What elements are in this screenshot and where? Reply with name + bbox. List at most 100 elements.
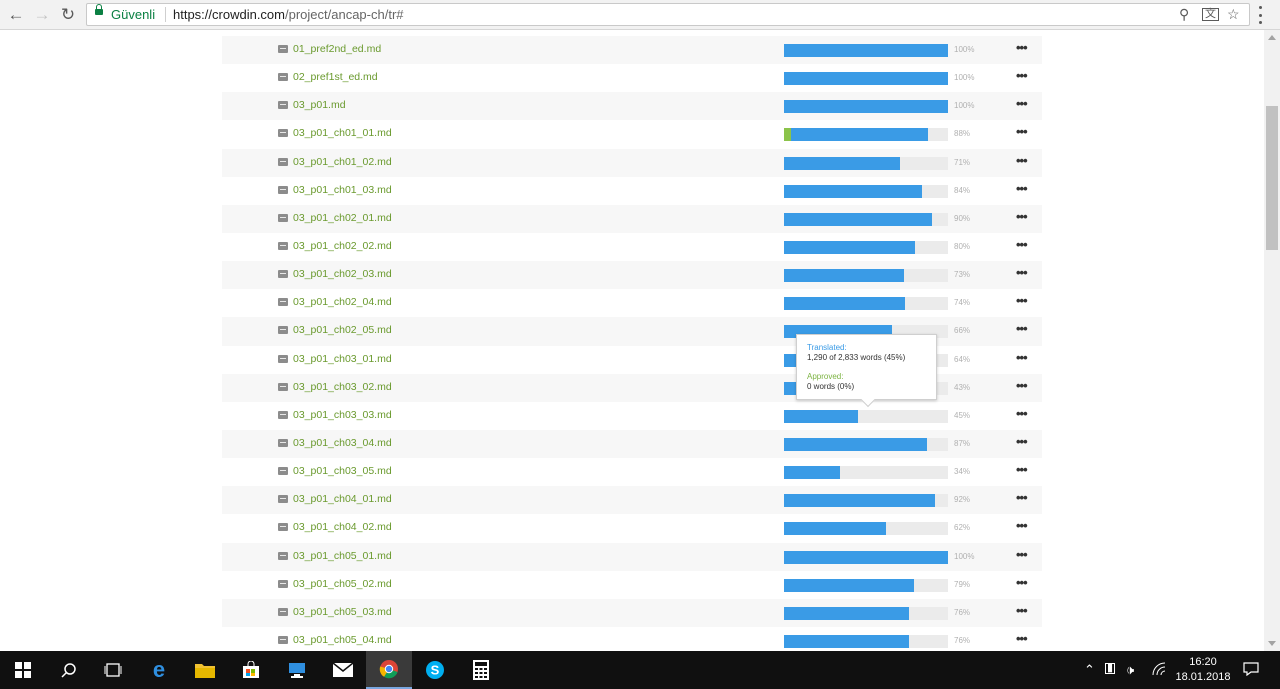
progress-bar[interactable]: [784, 437, 948, 451]
volume-icon[interactable]: 🕩: [1126, 662, 1134, 678]
progress-bar[interactable]: [784, 184, 948, 198]
progress-bar[interactable]: [784, 269, 948, 283]
translated-fill: [784, 44, 948, 57]
more-options-icon[interactable]: •••: [1016, 379, 1028, 392]
wifi-icon[interactable]: [1152, 662, 1166, 679]
scroll-thumb[interactable]: [1266, 106, 1278, 250]
start-icon[interactable]: [0, 651, 46, 689]
file-row: 03_p01_ch03_05.md 34% •••: [222, 458, 1042, 486]
file-link[interactable]: 03_p01_ch03_05.md: [293, 465, 392, 477]
more-options-icon[interactable]: •••: [1016, 69, 1028, 82]
progress-bar[interactable]: [784, 550, 948, 564]
more-options-icon[interactable]: •••: [1016, 435, 1028, 448]
mail-icon[interactable]: [320, 651, 366, 689]
file-link[interactable]: 03_p01_ch03_02.md: [293, 381, 392, 393]
calculator-icon[interactable]: [458, 651, 504, 689]
more-options-icon[interactable]: •••: [1016, 266, 1028, 279]
progress-bar[interactable]: [784, 72, 948, 86]
more-options-icon[interactable]: •••: [1016, 154, 1028, 167]
file-link[interactable]: 03_p01_ch04_02.md: [293, 521, 392, 533]
file-link[interactable]: 02_pref1st_ed.md: [293, 71, 378, 83]
file-link[interactable]: 03_p01_ch02_03.md: [293, 268, 392, 280]
file-link[interactable]: 03_p01_ch05_01.md: [293, 550, 392, 562]
progress-bar[interactable]: [784, 578, 948, 592]
file-link[interactable]: 03_p01_ch04_01.md: [293, 493, 392, 505]
progress-bar[interactable]: [784, 297, 948, 311]
scroll-up-icon[interactable]: [1268, 35, 1276, 40]
file-link[interactable]: 03_p01_ch02_04.md: [293, 296, 392, 308]
more-options-icon[interactable]: •••: [1016, 294, 1028, 307]
file-row: 03_p01_ch02_01.md 90% •••: [222, 204, 1042, 233]
file-link[interactable]: 01_pref2nd_ed.md: [293, 43, 381, 55]
more-options-icon[interactable]: •••: [1016, 210, 1028, 223]
file-link[interactable]: 03_p01_ch01_01.md: [293, 127, 392, 139]
progress-bar[interactable]: [784, 466, 948, 480]
progress-bar[interactable]: [784, 128, 948, 142]
file-link[interactable]: 03_p01_ch02_05.md: [293, 324, 392, 336]
file-explorer-icon[interactable]: [182, 651, 228, 689]
back-arrow-icon[interactable]: ←: [6, 5, 26, 25]
more-options-icon[interactable]: •••: [1016, 125, 1028, 138]
progress-bar[interactable]: [784, 44, 948, 57]
progress-bar[interactable]: [784, 156, 948, 170]
remote-desktop-icon[interactable]: [274, 651, 320, 689]
system-clock[interactable]: 16:20 18.01.2018: [1170, 655, 1236, 685]
file-link[interactable]: 03_p01_ch01_03.md: [293, 184, 392, 196]
file-link[interactable]: 03_p01_ch02_02.md: [293, 240, 392, 252]
file-link[interactable]: 03_p01.md: [293, 99, 346, 111]
kebab-menu-icon[interactable]: [1258, 6, 1262, 24]
more-options-icon[interactable]: •••: [1016, 97, 1028, 110]
page-scrollbar[interactable]: [1264, 30, 1280, 651]
translated-fill: [784, 72, 948, 86]
chevron-up-icon[interactable]: ⌃: [1084, 662, 1095, 678]
progress-bar[interactable]: [784, 522, 948, 536]
progress-bar[interactable]: [784, 409, 948, 423]
file-link[interactable]: 03_p01_ch02_01.md: [293, 212, 392, 224]
more-options-icon[interactable]: •••: [1016, 238, 1028, 251]
chrome-icon[interactable]: [366, 651, 412, 689]
file-link[interactable]: 03_p01_ch01_02.md: [293, 156, 392, 168]
zoom-icon[interactable]: ⚲: [1179, 6, 1189, 23]
reload-icon[interactable]: ↻: [58, 5, 78, 25]
forward-arrow-icon[interactable]: →: [32, 5, 52, 25]
more-options-icon[interactable]: •••: [1016, 351, 1028, 364]
more-options-icon[interactable]: •••: [1016, 41, 1028, 54]
translated-fill: [784, 269, 904, 283]
more-options-icon[interactable]: •••: [1016, 576, 1028, 589]
progress-bar[interactable]: [784, 494, 948, 508]
translate-icon[interactable]: 文: [1202, 8, 1219, 21]
more-options-icon[interactable]: •••: [1016, 463, 1028, 476]
progress-bar[interactable]: [784, 212, 948, 226]
more-options-icon[interactable]: •••: [1016, 519, 1028, 532]
more-options-icon[interactable]: •••: [1016, 632, 1028, 645]
more-options-icon[interactable]: •••: [1016, 491, 1028, 504]
file-link[interactable]: 03_p01_ch03_03.md: [293, 409, 392, 421]
progress-bar[interactable]: [784, 606, 948, 620]
progress-bar[interactable]: [784, 100, 948, 114]
more-options-icon[interactable]: •••: [1016, 322, 1028, 335]
progress-bar[interactable]: [784, 240, 948, 254]
store-icon[interactable]: [228, 651, 274, 689]
more-options-icon[interactable]: •••: [1016, 407, 1028, 420]
file-link[interactable]: 03_p01_ch05_04.md: [293, 634, 392, 646]
edge-icon[interactable]: e: [136, 651, 182, 689]
file-row: 03_p01_ch02_04.md 74% •••: [222, 289, 1042, 317]
star-icon[interactable]: ☆: [1227, 6, 1240, 23]
scroll-down-icon[interactable]: [1268, 641, 1276, 646]
file-link[interactable]: 03_p01_ch05_03.md: [293, 606, 392, 618]
file-link[interactable]: 03_p01_ch03_01.md: [293, 353, 392, 365]
skype-icon[interactable]: S: [412, 651, 458, 689]
battery-icon[interactable]: ▮: [1105, 663, 1116, 674]
more-options-icon[interactable]: •••: [1016, 182, 1028, 195]
file-link[interactable]: 03_p01_ch03_04.md: [293, 437, 392, 449]
more-options-icon[interactable]: •••: [1016, 548, 1028, 561]
notifications-icon[interactable]: [1243, 662, 1259, 679]
task-view-icon[interactable]: [90, 651, 136, 689]
file-link[interactable]: 03_p01_ch05_02.md: [293, 578, 392, 590]
more-options-icon[interactable]: •••: [1016, 604, 1028, 617]
address-bar[interactable]: Güvenli https://crowdin.com/project/anca…: [86, 3, 1250, 26]
progress-bar[interactable]: [784, 634, 948, 648]
translated-fill: [784, 437, 927, 451]
url-text[interactable]: https://crowdin.com/project/ancap-ch/tr#: [173, 7, 404, 22]
search-icon[interactable]: [46, 651, 92, 689]
